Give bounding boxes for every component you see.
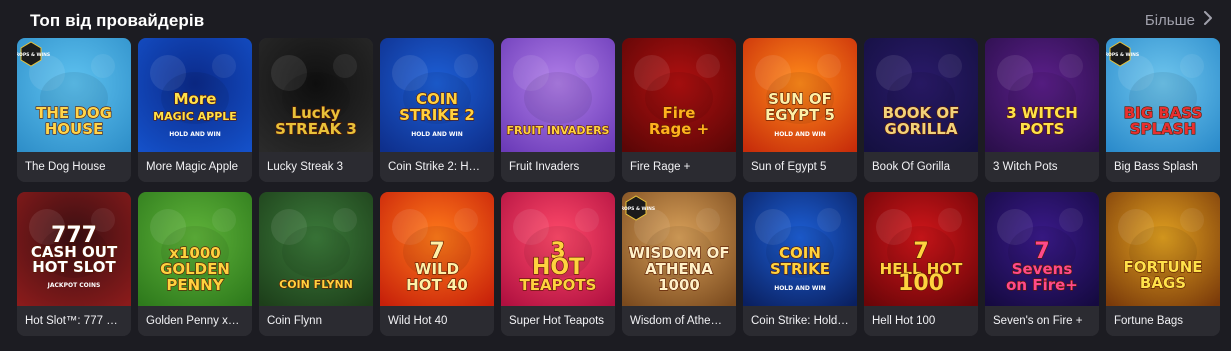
game-logo-text: HOT SLOT [32,258,116,276]
game-title: The Dog House [17,152,131,182]
game-card[interactable]: BOOK OF GORILLA Book Of Gorilla [864,38,978,182]
game-title: Sun of Egypt 5 [743,152,857,182]
game-logo-text: FRUIT INVADERS [507,124,610,137]
game-logo-text: HOLD AND WIN [774,131,826,138]
game-logo-text: STREAK 3 [275,120,357,138]
section-title: Топ від провайдерів [30,11,205,30]
game-logo-text: COIN FLYNN [279,278,353,291]
game-title: Fortune Bags [1106,306,1220,336]
game-title: Golden Penny x1000 [138,306,252,336]
game-thumbnail: 3 HOT TEAPOTS [501,192,615,306]
game-card[interactable]: FORTUNE BAGS Fortune Bags [1106,192,1220,336]
game-card[interactable]: 7 Sevens on Fire+ Seven's on Fire + [985,192,1099,336]
games-row-2: 777 CASH OUT HOT SLOT JACKPOT COINS Hot Slot… [17,192,1223,336]
chevron-right-icon [1203,11,1213,29]
more-label: Більше [1144,11,1195,29]
game-logo-text: HOLD AND WIN [169,131,221,138]
game-title: Book Of Gorilla [864,152,978,182]
game-thumbnail: COIN STRIKE 2 HOLD AND WIN [380,38,494,152]
game-logo-text: More [174,90,217,108]
game-title: Seven's on Fire + [985,306,1099,336]
game-title: Hot Slot™: 777 Cash Out [17,306,131,336]
game-title: Coin Flynn [259,306,373,336]
more-link[interactable]: Більше [1145,11,1213,29]
game-card[interactable]: COIN STRIKE 2 HOLD AND WIN Coin Strike 2: H… [380,38,494,182]
game-logo-text: TEAPOTS [520,276,597,294]
games-row-1: THE DOGHOUSEDROPS & WINSThe Dog HouseMor… [17,38,1223,182]
game-logo-text: on Fire+ [1006,276,1078,294]
game-thumbnail: SUN OF EGYPT 5 HOLD AND WIN [743,38,857,152]
game-thumbnail: 3 WITCH POTS [985,38,1099,152]
game-card[interactable]: 3 HOT TEAPOTS Super Hot Teapots [501,192,615,336]
game-card[interactable]: BIG BASSSPLASHDROPS & WINSBig Bass Splas… [1106,38,1220,182]
game-card[interactable]: THE DOGHOUSEDROPS & WINSThe Dog House [17,38,131,182]
game-logo-text: SPLASH [1130,120,1196,138]
game-thumbnail: 7 WILD HOT 40 [380,192,494,306]
game-logo-text: POTS [1020,120,1065,138]
game-card[interactable]: x1000 GOLDEN PENNY Golden Penny x1000 [138,192,252,336]
game-thumbnail: BIG BASSSPLASHDROPS & WINS [1106,38,1220,152]
game-card[interactable]: Lucky STREAK 3 Lucky Streak 3 [259,38,373,182]
game-logo-text: HOT 40 [406,276,468,294]
game-thumbnail: BOOK OF GORILLA [864,38,978,152]
game-logo-text: HOLD AND WIN [411,131,463,138]
game-thumbnail: Fire Rage + [622,38,736,152]
game-thumbnail: FRUIT INVADERS [501,38,615,152]
game-card[interactable]: 777 CASH OUT HOT SLOT JACKPOT COINS Hot Slot… [17,192,131,336]
game-card[interactable]: FRUIT INVADERS Fruit Invaders [501,38,615,182]
game-logo-text: STRIKE 2 [399,106,475,124]
game-thumbnail: Lucky STREAK 3 [259,38,373,152]
game-logo-text: JACKPOT COINS [47,282,101,289]
game-title: Fire Rage + [622,152,736,182]
game-logo-text: 1000 [658,276,700,294]
game-card[interactable]: COIN FLYNN Coin Flynn [259,192,373,336]
game-thumbnail: THE DOGHOUSEDROPS & WINS [17,38,131,152]
game-logo-text: 100 [898,271,944,296]
game-title: Coin Strike: Hold and Win [743,306,857,336]
game-title: Hell Hot 100 [864,306,978,336]
game-card[interactable]: 7 WILD HOT 40 Wild Hot 40 [380,192,494,336]
game-logo-text: HOLD AND WIN [774,285,826,292]
game-logo-text: HOUSE [45,120,104,138]
game-thumbnail: More MAGIC APPLE HOLD AND WIN [138,38,252,152]
game-title: Wisdom of Athena 1000 [622,306,736,336]
game-title: Big Bass Splash [1106,152,1220,182]
game-card[interactable]: WISDOM OFATHENA1000DROPS & WINSWisdom of… [622,192,736,336]
game-logo-text: STRIKE [770,260,830,278]
game-card[interactable]: More MAGIC APPLE HOLD AND WIN More Magic Ap… [138,38,252,182]
game-title: Wild Hot 40 [380,306,494,336]
game-title: More Magic Apple [138,152,252,182]
game-logo-text: GORILLA [885,120,958,138]
game-logo-text: MAGIC APPLE [153,110,237,123]
game-thumbnail: 777 CASH OUT HOT SLOT JACKPOT COINS [17,192,131,306]
game-logo-text: Rage + [649,120,709,138]
game-thumbnail: x1000 GOLDEN PENNY [138,192,252,306]
game-thumbnail: WISDOM OFATHENA1000DROPS & WINS [622,192,736,306]
game-thumbnail: COIN FLYNN [259,192,373,306]
game-thumbnail: 7 HELL HOT 100 [864,192,978,306]
game-card[interactable]: 3 WITCH POTS 3 Witch Pots [985,38,1099,182]
game-thumbnail: 7 Sevens on Fire+ [985,192,1099,306]
game-thumbnail: FORTUNE BAGS [1106,192,1220,306]
game-logo-text: PENNY [166,276,224,294]
section-header: Топ від провайдерів Більше [0,0,1231,40]
game-logo-text: BAGS [1140,274,1186,292]
game-title: Super Hot Teapots [501,306,615,336]
game-thumbnail: COIN STRIKE HOLD AND WIN [743,192,857,306]
game-title: Coin Strike 2: Hold and Win [380,152,494,182]
drops-wins-badge: DROPS & WINS [1106,52,1139,58]
drops-wins-badge: DROPS & WINS [622,206,655,212]
game-title: Lucky Streak 3 [259,152,373,182]
game-card[interactable]: SUN OF EGYPT 5 HOLD AND WIN Sun of Egypt 5 [743,38,857,182]
game-card[interactable]: 7 HELL HOT 100 Hell Hot 100 [864,192,978,336]
game-card[interactable]: COIN STRIKE HOLD AND WIN Coin Strike: Hold … [743,192,857,336]
game-logo-text: EGYPT 5 [765,106,835,124]
game-title: 3 Witch Pots [985,152,1099,182]
game-title: Fruit Invaders [501,152,615,182]
drops-wins-badge: DROPS & WINS [17,52,50,58]
game-card[interactable]: Fire Rage + Fire Rage + [622,38,736,182]
